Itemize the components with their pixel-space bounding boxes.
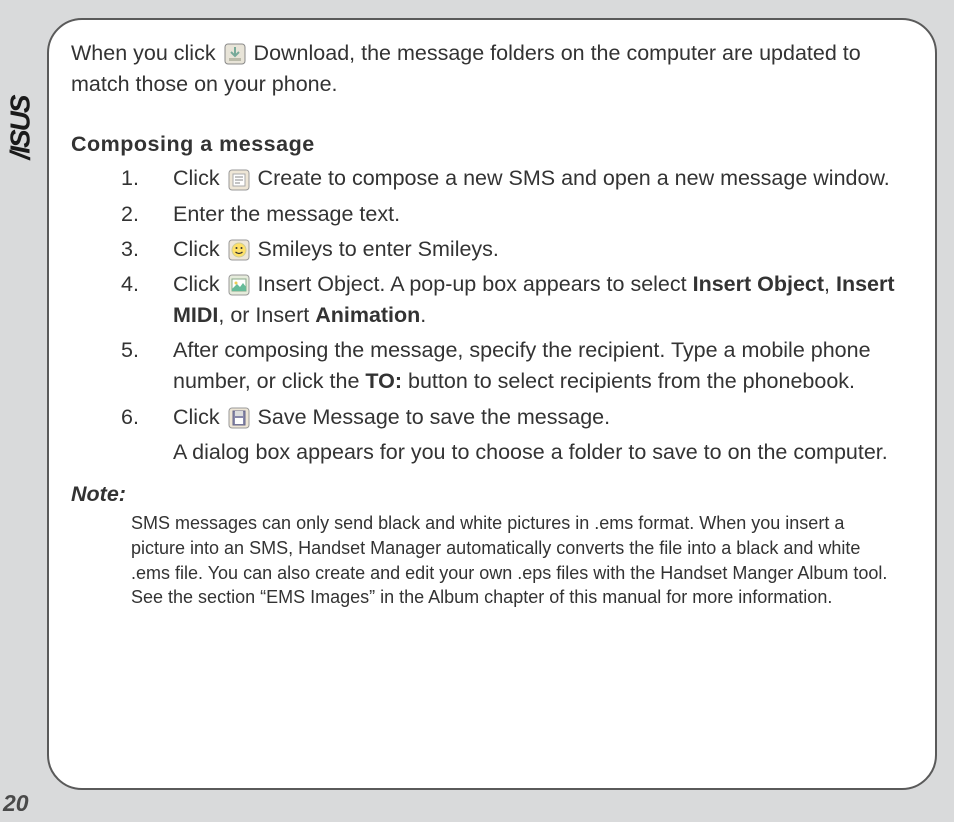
note-label: Note: <box>71 482 913 507</box>
download-icon <box>224 43 246 65</box>
step-number: 6. <box>121 402 139 433</box>
step-4: 4. Click Insert Object. A pop-up box app… <box>121 269 913 331</box>
step-1: 1. Click Create to compose a new SMS and… <box>121 163 913 194</box>
step-3: 3. Click Smileys to enter Smileys. <box>121 234 913 265</box>
intro-pre: When you click <box>71 41 222 65</box>
step-sep1: , <box>824 272 836 296</box>
smileys-icon <box>228 239 250 261</box>
brand-logo: /ISUS <box>6 58 36 198</box>
brand-text: /ISUS <box>5 96 37 159</box>
step-text-post: Smileys to enter Smileys. <box>258 237 499 261</box>
step-sep2: , or Insert <box>218 303 315 327</box>
intro-paragraph: When you click Download, the message fol… <box>71 38 913 100</box>
step-text-post: Save Message to save the message. <box>258 405 611 429</box>
save-icon <box>228 407 250 429</box>
step-number: 5. <box>121 335 139 366</box>
step-6: 6. Click Save Message to save the messag… <box>121 402 913 433</box>
insert-object-icon <box>228 274 250 296</box>
page-number: 20 <box>3 790 29 817</box>
step-2: 2. Enter the message text. <box>121 199 913 230</box>
step-end: . <box>420 303 426 327</box>
steps-list: 1. Click Create to compose a new SMS and… <box>71 163 913 432</box>
step-6-extra: A dialog box appears for you to choose a… <box>71 437 913 468</box>
step-number: 3. <box>121 234 139 265</box>
create-icon <box>228 169 250 191</box>
note-text: SMS messages can only send black and whi… <box>71 511 913 610</box>
section-heading: Composing a message <box>71 132 913 157</box>
step-number: 4. <box>121 269 139 300</box>
step-text-pre: Click <box>173 166 226 190</box>
step-number: 1. <box>121 163 139 194</box>
step-text-pre: Click <box>173 237 226 261</box>
page-content: When you click Download, the message fol… <box>47 18 937 790</box>
step-text-c: button to select recipients from the pho… <box>402 369 855 393</box>
bold-insert-object: Insert Object <box>693 272 824 296</box>
bold-to: TO: <box>365 369 402 393</box>
step-text-pre: Click <box>173 405 226 429</box>
step-text-post: Create to compose a new SMS and open a n… <box>258 166 890 190</box>
step-number: 2. <box>121 199 139 230</box>
step-text-a: Insert Object. A pop-up box appears to s… <box>258 272 693 296</box>
step-text: Enter the message text. <box>173 202 400 226</box>
step-5: 5. After composing the message, specify … <box>121 335 913 397</box>
step-text-pre: Click <box>173 272 226 296</box>
bold-animation: Animation <box>315 303 420 327</box>
